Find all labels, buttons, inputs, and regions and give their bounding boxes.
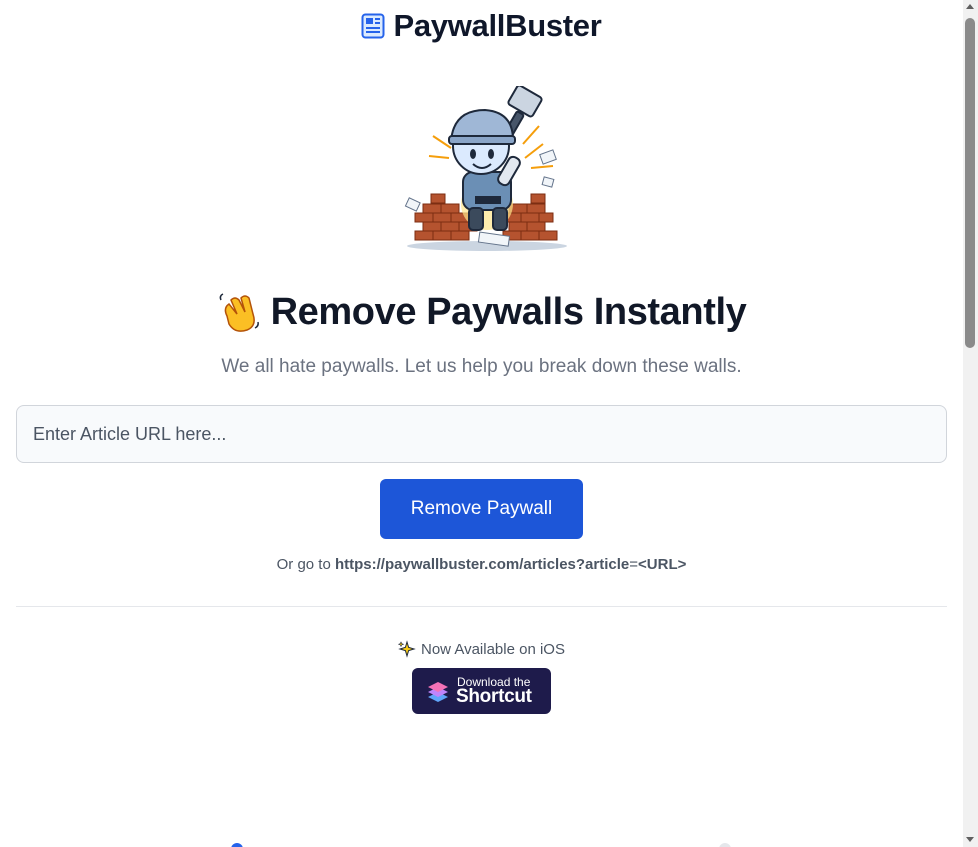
sparkles-icon: [398, 640, 416, 658]
headline-text: Remove Paywalls Instantly: [270, 290, 747, 333]
ios-text: Now Available on iOS: [421, 640, 565, 658]
hero-illustration: [404, 86, 567, 251]
hint-url: https://paywallbuster.com/articles?artic…: [334, 556, 630, 573]
ios-availability: Now Available on iOS: [0, 640, 963, 658]
direct-url-hint: Or go to https://paywallbuster.com/artic…: [0, 556, 963, 573]
partial-icon-right: [719, 843, 731, 847]
scroll-up-arrow-icon[interactable]: [966, 4, 974, 9]
download-shortcut-button[interactable]: Download the Shortcut: [412, 668, 551, 714]
shortcut-label: Shortcut: [456, 686, 532, 707]
newspaper-icon: [361, 13, 385, 39]
waving-hand-icon: [219, 293, 259, 332]
scroll-down-arrow-icon[interactable]: [966, 837, 974, 842]
scrollbar-thumb[interactable]: [965, 18, 975, 348]
partial-icon-left: [231, 843, 243, 847]
remove-paywall-button[interactable]: Remove Paywall: [380, 479, 583, 539]
divider: [16, 606, 947, 607]
shortcuts-app-icon: [428, 682, 448, 702]
hint-prefix: Or go to: [276, 556, 331, 573]
hint-param: <URL>: [638, 556, 687, 573]
article-url-input[interactable]: [16, 405, 947, 463]
headline: Remove Paywalls Instantly: [0, 290, 963, 334]
page: PaywallBuster Remove Paywalls Instantly …: [0, 0, 963, 847]
brand-name: PaywallBuster: [393, 8, 602, 43]
hint-equals: =: [629, 556, 639, 573]
brand-header[interactable]: PaywallBuster: [0, 8, 963, 44]
vertical-scrollbar[interactable]: [963, 0, 978, 847]
subtitle: We all hate paywalls. Let us help you br…: [221, 356, 742, 377]
